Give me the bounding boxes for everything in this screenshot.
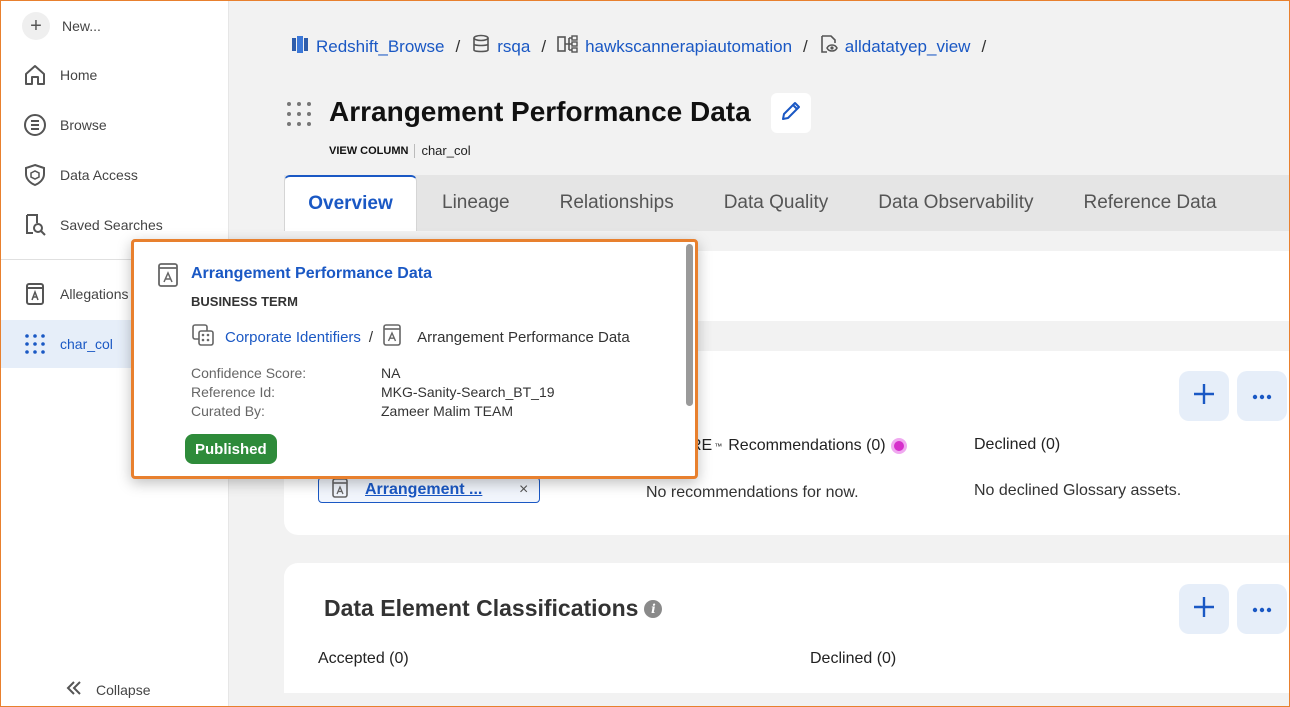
page-title: Arrangement Performance Data bbox=[329, 96, 751, 127]
new-label: New... bbox=[62, 18, 101, 34]
popover-scrollbar[interactable] bbox=[686, 244, 693, 406]
schema-icon bbox=[557, 34, 579, 59]
plus-icon: + bbox=[22, 12, 50, 40]
home-icon bbox=[22, 62, 48, 88]
ai-recommendation-icon bbox=[890, 438, 907, 454]
term-hover-card: Arrangement Performance Data BUSINESS TE… bbox=[131, 239, 698, 479]
saved-search-icon bbox=[22, 212, 48, 238]
popover-meta-values: NA MKG-Sanity-Search_BT_19 Zameer Malim … bbox=[381, 365, 555, 419]
more-horizontal-icon bbox=[1252, 600, 1272, 618]
classifications-panel bbox=[284, 563, 1290, 693]
asset-kind: VIEW COLUMN bbox=[329, 144, 409, 157]
domain-icon bbox=[191, 323, 217, 351]
classification-more-button[interactable] bbox=[1237, 584, 1287, 634]
sidebar-recent-allegations[interactable]: Allegations bbox=[22, 281, 129, 307]
glossary-more-button[interactable] bbox=[1237, 371, 1287, 421]
new-button[interactable]: + New... bbox=[22, 12, 101, 40]
popover-path: Corporate Identifiers / Arrangement Perf… bbox=[191, 323, 630, 351]
sidebar-item-data-access[interactable]: Data Access bbox=[22, 162, 138, 188]
business-term-icon bbox=[331, 477, 349, 503]
status-badge: Published bbox=[185, 434, 277, 464]
tab-overview[interactable]: Overview bbox=[284, 175, 417, 231]
declined-heading: Declined (0) bbox=[810, 650, 897, 667]
asset-subtitle: VIEW COLUMN char_col bbox=[329, 143, 471, 158]
add-glossary-button[interactable] bbox=[1179, 371, 1229, 421]
add-classification-button[interactable] bbox=[1179, 584, 1229, 634]
sidebar-item-label: char_col bbox=[60, 336, 113, 352]
popover-title-link[interactable]: Arrangement Performance Data bbox=[191, 265, 432, 283]
more-horizontal-icon bbox=[1252, 387, 1272, 405]
close-icon[interactable]: × bbox=[519, 481, 528, 499]
path-separator: / bbox=[368, 328, 374, 346]
plus-icon bbox=[1192, 595, 1216, 624]
tab-relationships[interactable]: Relationships bbox=[535, 175, 699, 231]
popover-meta-labels: Confidence Score: Reference Id: Curated … bbox=[191, 365, 307, 419]
edit-title-button[interactable] bbox=[771, 93, 811, 133]
column-dots-icon bbox=[22, 331, 48, 357]
business-term-icon bbox=[22, 281, 48, 307]
chevron-double-left-icon bbox=[64, 678, 84, 701]
collapse-label: Collapse bbox=[96, 681, 151, 698]
no-declined-text: No declined Glossary assets. bbox=[974, 482, 1182, 499]
breadcrumb-separator: / bbox=[455, 36, 461, 56]
view-icon bbox=[819, 34, 839, 59]
sidebar-item-browse[interactable]: Browse bbox=[22, 112, 107, 138]
popover-asset-type: BUSINESS TERM bbox=[191, 294, 298, 309]
breadcrumb-separator: / bbox=[981, 36, 987, 56]
sidebar-item-label: Home bbox=[60, 67, 98, 83]
tab-reference-data[interactable]: Reference Data bbox=[1058, 175, 1241, 231]
business-term-icon bbox=[156, 262, 180, 293]
redshift-icon bbox=[290, 34, 310, 59]
no-recommendations-text: No recommendations for now. bbox=[646, 484, 859, 501]
breadcrumb-separator: / bbox=[803, 36, 808, 56]
breadcrumb: Redshift_Browse / rsqa / hawkscannerapia… bbox=[290, 34, 989, 59]
popover-current-term: Arrangement Performance Data bbox=[417, 328, 630, 346]
database-icon bbox=[471, 34, 491, 59]
subtitle-divider bbox=[414, 143, 416, 158]
collapse-button[interactable]: Collapse bbox=[64, 678, 150, 701]
chip-label[interactable]: Arrangement ... bbox=[365, 481, 495, 499]
tab-data-quality[interactable]: Data Quality bbox=[699, 175, 854, 231]
browse-icon bbox=[22, 112, 48, 138]
breadcrumb-rsqa[interactable]: rsqa bbox=[471, 34, 530, 59]
breadcrumb-separator: / bbox=[541, 36, 547, 56]
popover-parent-link[interactable]: Corporate Identifiers bbox=[225, 329, 361, 346]
recommendations-heading: RE ™ Recommendations (0) bbox=[690, 437, 907, 455]
tab-lineage[interactable]: Lineage bbox=[417, 175, 535, 231]
breadcrumb-redshift[interactable]: Redshift_Browse bbox=[290, 34, 445, 59]
sidebar-item-label: Browse bbox=[60, 117, 107, 133]
sidebar-recent-char-col[interactable]: char_col bbox=[22, 331, 113, 357]
classifications-heading: Data Element Classifications i bbox=[324, 595, 663, 622]
breadcrumb-view[interactable]: alldatatyep_view bbox=[819, 34, 970, 59]
tab-data-observability[interactable]: Data Observability bbox=[853, 175, 1058, 231]
pencil-icon bbox=[780, 100, 802, 127]
asset-name: char_col bbox=[421, 143, 471, 158]
info-icon[interactable]: i bbox=[644, 599, 663, 618]
sidebar-item-home[interactable]: Home bbox=[22, 62, 97, 88]
sidebar-item-label: Saved Searches bbox=[60, 217, 163, 233]
tab-bar: Overview Lineage Relationships Data Qual… bbox=[284, 175, 1290, 231]
drag-handle-icon[interactable] bbox=[286, 101, 312, 132]
sidebar-item-label: Data Access bbox=[60, 167, 138, 183]
accepted-heading: Accepted (0) bbox=[318, 650, 409, 667]
declined-heading: Declined (0) bbox=[974, 436, 1061, 453]
breadcrumb-schema[interactable]: hawkscannerapiautomation bbox=[557, 34, 792, 59]
accepted-term-chip[interactable]: Arrangement ... × bbox=[318, 477, 540, 503]
sidebar-item-label: Allegations bbox=[60, 286, 129, 302]
shield-icon bbox=[22, 162, 48, 188]
plus-icon bbox=[1192, 382, 1216, 411]
business-term-icon bbox=[381, 323, 403, 351]
sidebar-item-saved-searches[interactable]: Saved Searches bbox=[22, 212, 163, 238]
